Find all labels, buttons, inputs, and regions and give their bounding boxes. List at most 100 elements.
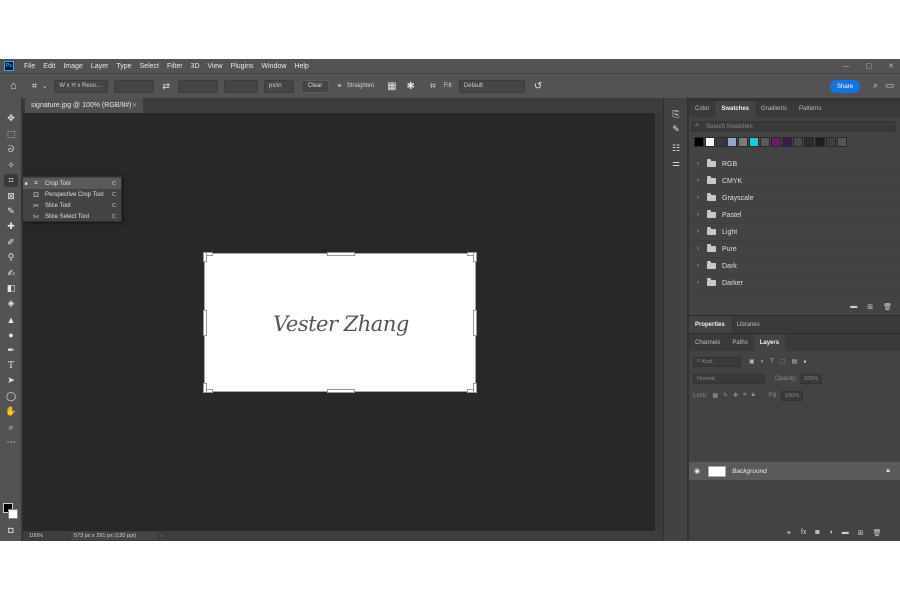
healing-tool-icon[interactable]: ✚ xyxy=(4,220,18,233)
magic-wand-tool-icon[interactable]: ✧ xyxy=(4,159,18,172)
grid-overlay-icon[interactable]: ▦ xyxy=(387,81,396,92)
adjustment-layer-icon[interactable]: ◑ xyxy=(829,529,833,537)
swatch-color[interactable] xyxy=(727,137,737,147)
adjust-brush-icon[interactable]: ✎ xyxy=(670,123,682,135)
crop-tool-icon[interactable]: ⌗ xyxy=(4,174,18,187)
pen-tool-icon[interactable]: ✒ xyxy=(4,344,18,357)
maximize-button[interactable]: ▢ xyxy=(866,62,873,70)
search-icon[interactable]: ⌕ xyxy=(873,80,878,91)
filter-type-icon[interactable]: T xyxy=(770,359,774,365)
straighten-button[interactable]: Straighten xyxy=(347,83,374,89)
menu-view[interactable]: View xyxy=(204,63,227,70)
background-color-swatch[interactable] xyxy=(8,509,18,519)
crop-handle-bottom-left-v[interactable] xyxy=(203,383,207,393)
chevron-down-icon[interactable]: ⌄ xyxy=(42,83,47,90)
path-select-tool-icon[interactable]: ➤ xyxy=(4,374,18,387)
swatch-color[interactable] xyxy=(804,137,814,147)
chevron-right-icon[interactable]: › xyxy=(693,229,703,235)
tab-gradients[interactable]: Gradients xyxy=(755,101,793,117)
swatch-group-dark[interactable]: › Dark xyxy=(689,258,900,275)
flyout-item-slice-select-tool[interactable]: ✄ Slice Select Tool C xyxy=(23,211,121,222)
tab-patterns[interactable]: Patterns xyxy=(793,101,827,117)
swatch-color[interactable] xyxy=(749,137,759,147)
filter-toggle-icon[interactable]: ● xyxy=(803,359,806,365)
history-brush-tool-icon[interactable]: ✍ xyxy=(4,267,18,280)
eye-icon[interactable]: ◉ xyxy=(694,467,700,475)
group-folder-icon[interactable]: ▬ xyxy=(842,529,849,537)
tab-color[interactable]: Color xyxy=(689,101,715,117)
menu-edit[interactable]: Edit xyxy=(39,63,59,70)
swatch-group-rgb[interactable]: › RGB xyxy=(689,156,900,173)
crop-preset-icon[interactable]: ⌗ xyxy=(32,81,38,92)
workspace-icon[interactable]: ▭ xyxy=(885,80,894,91)
trash-icon[interactable]: 🗑︎ xyxy=(883,303,892,311)
swatch-color[interactable] xyxy=(738,137,748,147)
flyout-item-crop-tool[interactable]: ■ ⌗ Crop Tool C xyxy=(23,178,121,189)
content-aware-icon[interactable]: ⌗ xyxy=(430,81,436,92)
eraser-tool-icon[interactable]: ◧ xyxy=(4,282,18,295)
menu-type[interactable]: Type xyxy=(112,63,135,70)
swatch-group-light[interactable]: › Light xyxy=(689,224,900,241)
tab-properties[interactable]: Properties xyxy=(689,316,731,334)
vertical-scrollbar[interactable] xyxy=(655,113,663,531)
fill-input[interactable]: 100% xyxy=(781,390,804,401)
chevron-right-icon[interactable]: › xyxy=(693,263,703,269)
fx-icon[interactable]: fx xyxy=(801,529,806,537)
chevron-right-icon[interactable]: › xyxy=(693,161,703,167)
marquee-tool-icon[interactable]: ⬚ xyxy=(4,128,18,141)
chevron-right-icon[interactable]: › xyxy=(161,533,163,539)
filter-adjust-icon[interactable]: ◐ xyxy=(761,359,765,365)
crop-handle-top-left-v[interactable] xyxy=(203,252,207,262)
sliders-icon[interactable]: ⚌ xyxy=(670,157,682,169)
delete-layer-icon[interactable]: 🗑︎ xyxy=(873,529,882,537)
ratio-select[interactable]: W x H x Reso... xyxy=(54,79,109,93)
document-canvas[interactable]: Vester Zhang xyxy=(203,252,477,393)
lock-pixels-icon[interactable]: ▦ xyxy=(712,392,718,399)
ellipse-tool-icon[interactable]: ◯ xyxy=(4,390,18,403)
swatch-search-input[interactable]: ⌕ Search Swatches xyxy=(691,121,896,132)
swatch-color[interactable] xyxy=(837,137,847,147)
link-icon[interactable]: ⚭ xyxy=(786,529,792,537)
swatch-color[interactable] xyxy=(760,137,770,147)
layer-filter-select[interactable]: ⌕ Kind xyxy=(693,356,741,367)
filter-smart-icon[interactable]: ▤ xyxy=(792,358,798,365)
swatch-color[interactable] xyxy=(793,137,803,147)
crop-handle-left[interactable] xyxy=(203,310,207,336)
swatch-color[interactable] xyxy=(826,137,836,147)
type-tool-icon[interactable]: T xyxy=(4,359,18,372)
swatch-group-grayscale[interactable]: › Grayscale xyxy=(689,190,900,207)
blend-mode-select[interactable]: Normal xyxy=(693,373,765,384)
blur-tool-icon[interactable]: ▲ xyxy=(4,313,18,326)
frame-tool-icon[interactable]: ⊠ xyxy=(4,190,18,203)
paint-bucket-tool-icon[interactable]: ◈ xyxy=(4,297,18,310)
app-logo[interactable]: Ps xyxy=(4,61,14,71)
tab-paths[interactable]: Paths xyxy=(726,334,753,351)
tab-channels[interactable]: Channels xyxy=(689,334,726,351)
crop-handle-top-right-v[interactable] xyxy=(473,252,477,262)
fill-select[interactable]: Default xyxy=(458,79,525,93)
more-tools-icon[interactable]: ⋯ xyxy=(4,436,18,449)
filter-shape-icon[interactable]: ⬚ xyxy=(780,358,786,365)
adjustments-icon[interactable]: ☷ xyxy=(670,142,682,154)
lasso-tool-icon[interactable]: ᘐ xyxy=(4,143,18,156)
dodge-tool-icon[interactable]: ● xyxy=(4,328,18,341)
crop-handle-bottom[interactable] xyxy=(327,389,355,393)
lock-move-icon[interactable]: ✥ xyxy=(733,392,738,399)
menu-image[interactable]: Image xyxy=(59,63,86,70)
opacity-input[interactable]: 100% xyxy=(800,373,823,384)
swatch-group-darker[interactable]: › Darker xyxy=(689,275,900,292)
layer-name[interactable]: Background xyxy=(732,468,767,475)
swatch-color[interactable] xyxy=(694,137,704,147)
height-input[interactable] xyxy=(177,79,218,93)
swatch-group-pure[interactable]: › Pure xyxy=(689,241,900,258)
menu-window[interactable]: Window xyxy=(258,63,291,70)
resolution-input[interactable] xyxy=(223,79,258,93)
crop-handle-bottom-right-v[interactable] xyxy=(473,383,477,393)
document-tab[interactable]: signature.jpg @ 100% (RGB/8#) ✕ xyxy=(25,98,143,113)
chevron-right-icon[interactable]: › xyxy=(693,280,703,286)
crop-handle-right[interactable] xyxy=(473,310,477,336)
move-tool-icon[interactable]: ✥ xyxy=(4,112,18,125)
brush-tool-icon[interactable]: ✐ xyxy=(4,236,18,249)
gear-icon[interactable]: ✱ xyxy=(407,81,415,92)
eyedropper-tool-icon[interactable]: ✎ xyxy=(4,205,18,218)
